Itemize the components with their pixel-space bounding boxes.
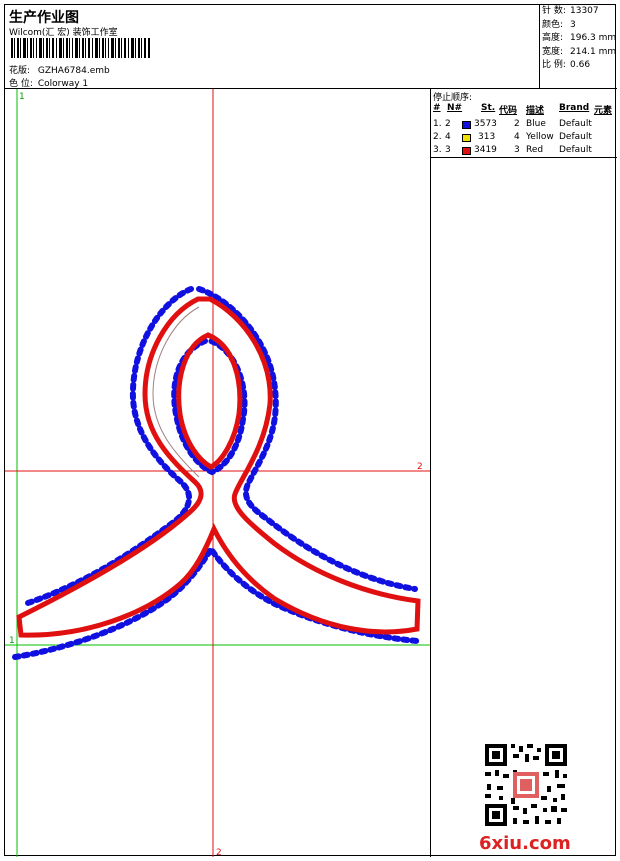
stat-value: 13307 (570, 6, 599, 16)
color-swatch-yellow (462, 134, 471, 142)
row-n: 3 (445, 145, 451, 155)
axis-label-top-left: 1 (19, 92, 25, 102)
production-sheet: 生产作业图 Wilcom(汇 宏) 装饰工作室 花版: GZHA6784.emb… (4, 4, 617, 858)
row-n: 2 (445, 119, 451, 129)
row-st: 313 (478, 132, 496, 142)
row-brand: Default (559, 132, 592, 142)
pattern-line: 花版: GZHA6784.emb (9, 63, 110, 76)
row-code: 2 (514, 119, 520, 129)
color-swatch-blue (462, 121, 471, 129)
company-name: Wilcom(汇 宏) 装饰工作室 (9, 28, 118, 38)
stat-label: 比 例: (542, 60, 566, 70)
table-row: 2. 4 313 4 Yellow Default (431, 132, 617, 145)
stat-label: 颜色: (542, 19, 564, 30)
stop-sequence-table: 停止顺序: # N# St. 代码 描述 Brand 元素 1. 2 3573 … (431, 89, 617, 158)
row-desc: Yellow (526, 132, 554, 142)
row-st: 3573 (474, 119, 497, 129)
blue-bead-trim (12, 286, 420, 660)
barcode-icon (11, 38, 150, 58)
axis-label-bottom: 2 (216, 848, 222, 857)
stop-sequence-title: 停止顺序: (433, 93, 473, 103)
stat-label: 宽度: (542, 46, 564, 57)
stat-value: 3 (570, 19, 576, 30)
header: 生产作业图 Wilcom(汇 宏) 装饰工作室 花版: GZHA6784.emb… (5, 5, 540, 89)
row-num: 1. (433, 119, 442, 129)
row-code: 4 (514, 132, 520, 142)
colorway-label: 色 位: (9, 79, 33, 89)
row-num: 2. (433, 132, 442, 142)
stat-value: 214.1 mm (570, 46, 617, 57)
col-header-element: 元素 (594, 106, 613, 116)
stat-label: 高度: (542, 33, 564, 43)
page-title: 生产作业图 (9, 10, 79, 26)
row-num: 3. (433, 145, 442, 155)
stat-width: 宽度: 214.1 mm (540, 46, 617, 60)
colorway-value: Colorway 1 (37, 79, 89, 89)
pattern-value: GZHA6784.emb (37, 66, 110, 76)
stat-label: 针 数: (542, 6, 566, 16)
stat-value: 196.3 mm (570, 33, 617, 43)
axis-label-left-mid: 1 (9, 636, 15, 646)
color-swatch-red (462, 147, 471, 155)
watermark: 6xiu.com (479, 833, 571, 854)
row-desc: Blue (526, 119, 546, 129)
axis-label-right-mid: 2 (417, 462, 423, 472)
pattern-label: 花版: (9, 66, 31, 76)
col-header-brand: Brand (559, 103, 590, 113)
stat-stitches: 针 数: 13307 (540, 5, 617, 19)
colorway-line: 色 位: Colorway 1 (9, 76, 88, 89)
col-header-n: N# (447, 103, 463, 113)
row-code: 3 (514, 145, 520, 155)
table-row: 1. 2 3573 2 Blue Default (431, 119, 617, 132)
row-brand: Default (559, 145, 592, 155)
stats-box: 针 数: 13307 颜色: 3 高度: 196.3 mm 宽度: 214.1 mm 比… (540, 5, 617, 89)
col-header-num: # (433, 103, 441, 113)
row-st: 3419 (474, 145, 497, 155)
design-canvas: 1 1 2 2 (5, 89, 430, 858)
row-n: 4 (445, 132, 451, 142)
stat-colors: 颜色: 3 (540, 19, 617, 33)
row-brand: Default (559, 119, 592, 129)
qr-code-icon (483, 742, 569, 828)
col-header-desc: 描述 (526, 106, 545, 116)
col-header-code: 代码 (499, 106, 518, 116)
row-desc: Red (526, 145, 544, 155)
stat-height: 高度: 196.3 mm (540, 32, 617, 46)
stat-value: 0.66 (570, 60, 591, 70)
col-header-st: St. (481, 103, 496, 113)
stat-scale: 比 例: 0.66 (540, 59, 617, 73)
table-row: 3. 3 3419 3 Red Default (431, 145, 617, 158)
embroidery-design: 1 1 2 2 (5, 89, 430, 858)
